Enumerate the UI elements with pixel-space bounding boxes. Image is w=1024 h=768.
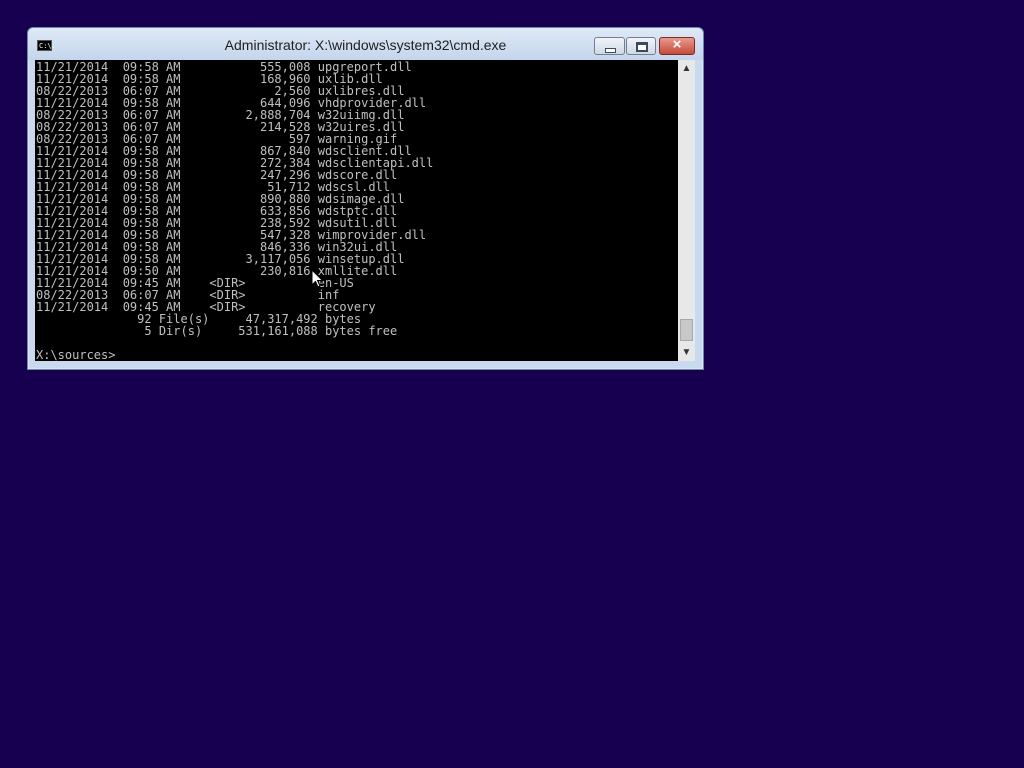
minimize-button[interactable]: [594, 37, 625, 55]
title-bar[interactable]: C:\. Administrator: X:\windows\system32\…: [28, 28, 703, 60]
close-icon: ×: [672, 36, 682, 53]
vertical-scrollbar[interactable]: ▲ ▼: [678, 60, 695, 361]
mouse-pointer-icon: [311, 269, 324, 288]
console-output[interactable]: 11/21/2014 09:58 AM 555,008 upgreport.dl…: [35, 60, 678, 361]
scroll-thumb[interactable]: [680, 319, 693, 341]
console-text: 11/21/2014 09:58 AM 555,008 upgreport.dl…: [36, 60, 434, 361]
close-button[interactable]: ×: [659, 36, 695, 55]
cmd-window[interactable]: C:\. Administrator: X:\windows\system32\…: [27, 27, 704, 370]
scroll-down-icon[interactable]: ▼: [678, 344, 695, 361]
maximize-button[interactable]: [626, 37, 656, 55]
scroll-up-icon[interactable]: ▲: [678, 60, 695, 77]
